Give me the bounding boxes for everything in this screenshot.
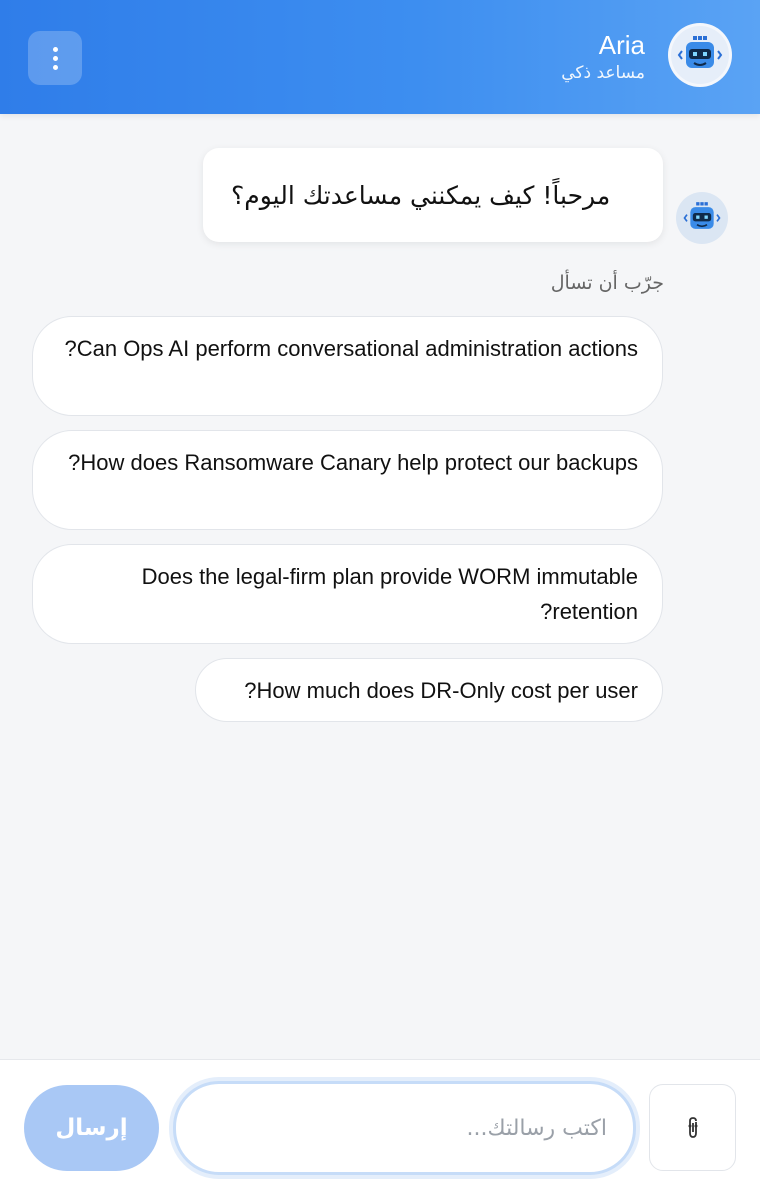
suggestion-chip[interactable]: How does Ransomware Canary help protect … [32, 430, 663, 530]
chat-header: Aria مساعد ذكي [0, 0, 760, 114]
suggestion-chip[interactable]: How much does DR-Only cost per user? [195, 658, 663, 722]
greeting-message: مرحباً! كيف يمكنني مساعدتك اليوم؟ [203, 148, 663, 242]
composer-bar: إرسال [0, 1059, 760, 1196]
greeting-text: مرحباً! كيف يمكنني مساعدتك اليوم؟ [231, 180, 611, 210]
send-button[interactable]: إرسال [24, 1085, 159, 1171]
suggestion-chip[interactable]: Can Ops AI perform conversational admini… [32, 316, 663, 416]
message-input[interactable] [173, 1081, 636, 1175]
attach-button[interactable] [649, 1084, 736, 1171]
suggestions-label: جرّب أن تسأل [550, 272, 664, 294]
suggestion-list: Can Ops AI perform conversational admini… [31, 316, 663, 722]
assistant-titles: Aria مساعد ذكي [561, 30, 645, 86]
robot-icon [677, 36, 723, 68]
suggestion-chip[interactable]: Does the legal-firm plan provide WORM im… [32, 544, 663, 644]
robot-icon [683, 202, 721, 229]
menu-dot-icon [52, 46, 58, 52]
menu-button[interactable] [28, 31, 82, 85]
message-avatar [676, 192, 728, 244]
assistant-name: Aria [598, 30, 645, 60]
paperclip-icon [688, 1116, 697, 1138]
menu-dot-icon [52, 64, 58, 70]
assistant-avatar [668, 23, 732, 87]
menu-dot-icon [52, 55, 58, 61]
assistant-subtitle: مساعد ذكي [561, 63, 645, 83]
